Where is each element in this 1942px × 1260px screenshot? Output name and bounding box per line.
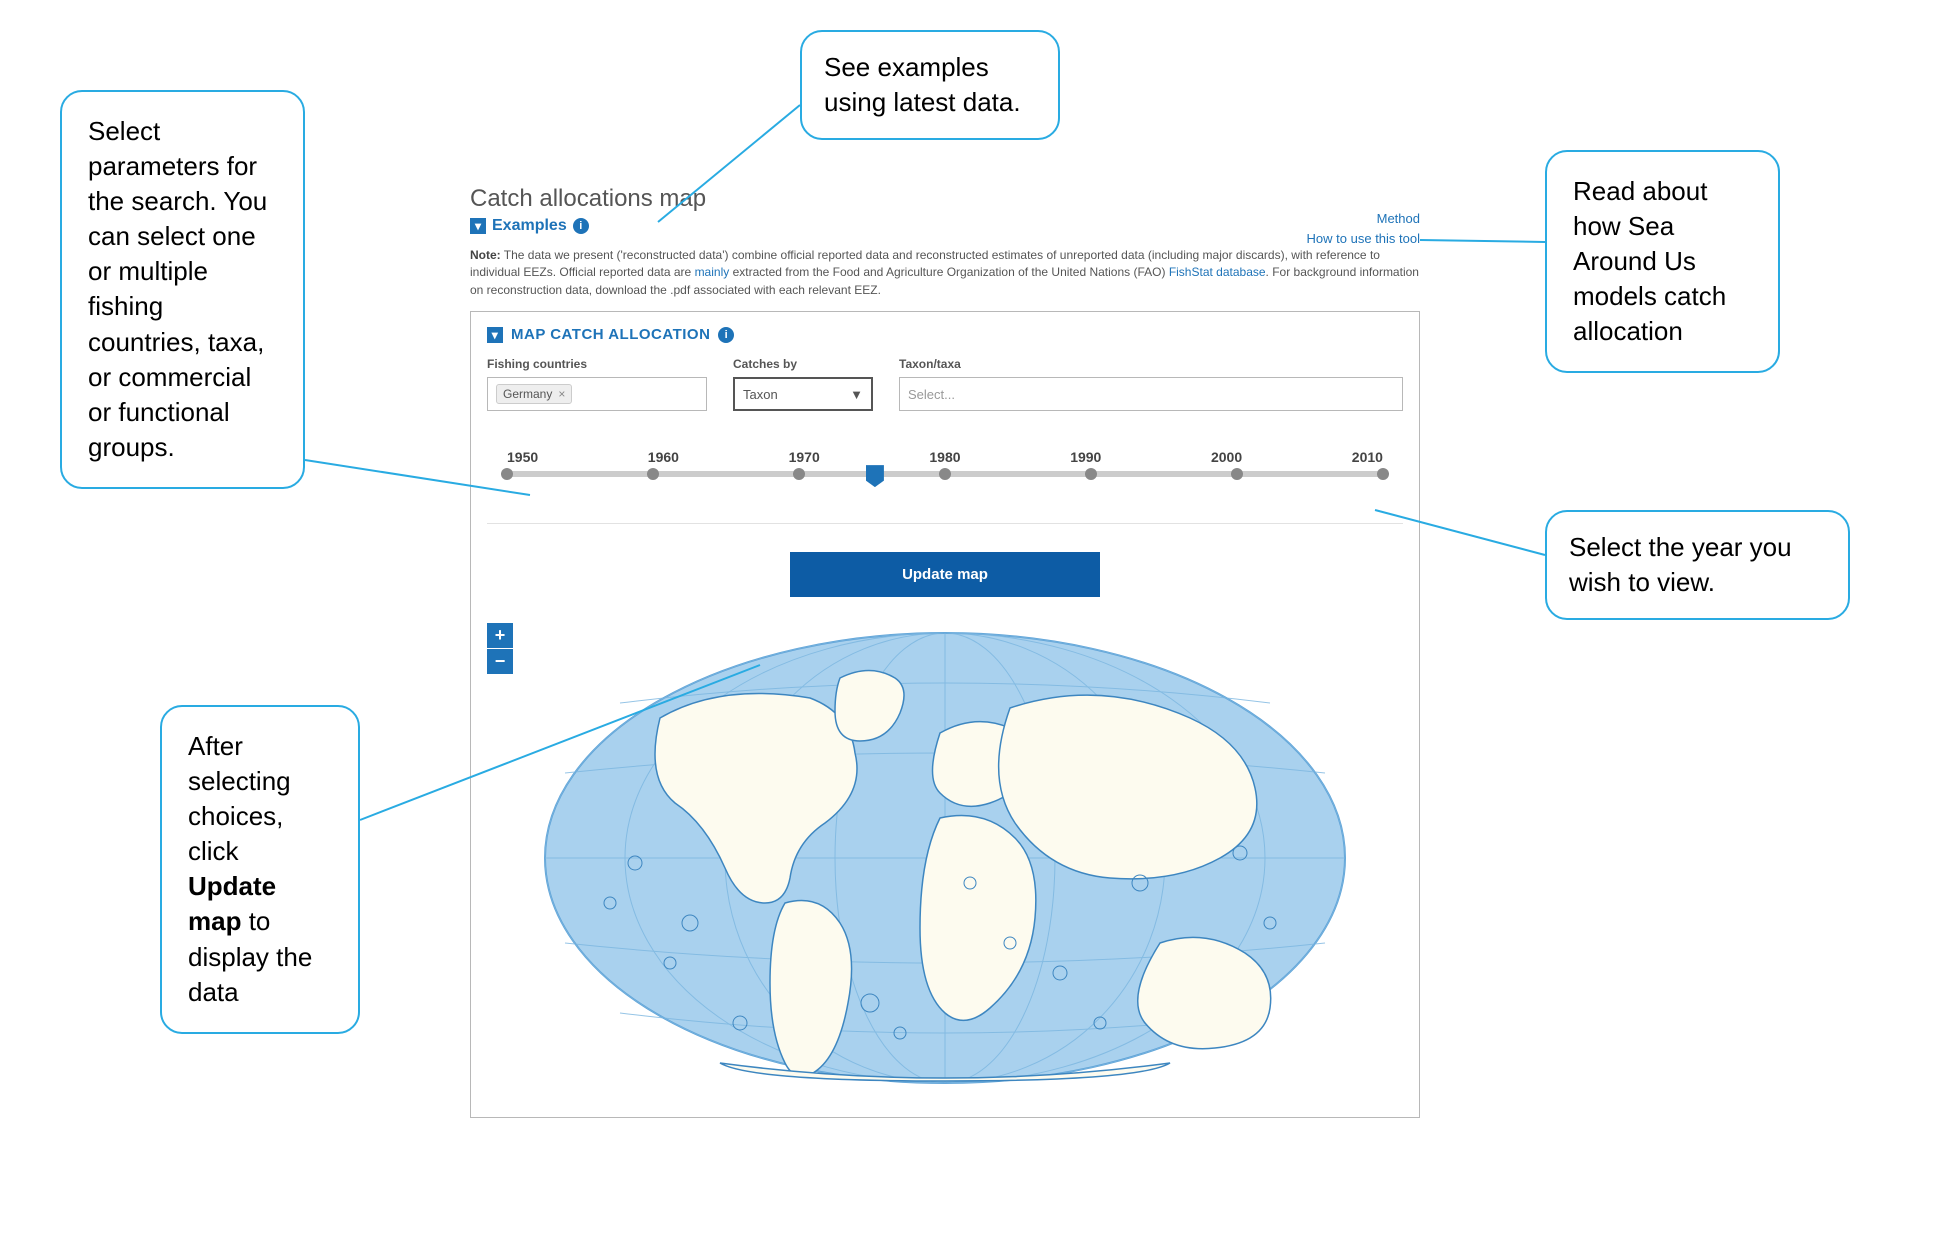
callout-read-about-method: Read about how Sea Around Us models catc… xyxy=(1545,150,1780,373)
fishstat-link[interactable]: FishStat database xyxy=(1169,265,1266,279)
slider-tick[interactable] xyxy=(501,468,513,480)
taxon-placeholder: Select... xyxy=(908,387,955,402)
field-label: Fishing countries xyxy=(487,357,707,371)
slider-tick[interactable] xyxy=(1085,468,1097,480)
close-icon[interactable]: × xyxy=(558,387,565,401)
app-panel: Catch allocations map ▾ Examples i Metho… xyxy=(470,185,1420,1118)
zoom-out-button[interactable]: − xyxy=(487,649,513,675)
callout-see-examples: See examples using latest data. xyxy=(800,30,1060,140)
examples-label: Examples xyxy=(492,217,567,235)
connector-line xyxy=(1420,240,1545,242)
year-label: 1980 xyxy=(929,449,960,465)
taxon-field: Taxon/taxa Select... xyxy=(899,357,1403,411)
card-header-label: MAP CATCH ALLOCATION xyxy=(511,326,710,343)
slider-track[interactable] xyxy=(507,471,1383,477)
callout-select-parameters: Select parameters for the search. You ca… xyxy=(60,90,305,489)
catches-by-select[interactable]: Taxon ▼ xyxy=(733,377,873,411)
map-area: + − xyxy=(487,623,1403,1093)
fishing-countries-input[interactable]: Germany × xyxy=(487,377,707,411)
right-links: Method How to use this tool xyxy=(1307,209,1420,248)
taxon-input[interactable]: Select... xyxy=(899,377,1403,411)
note-mainly-link[interactable]: mainly xyxy=(695,265,730,279)
callout-text: Select parameters for the search. You ca… xyxy=(88,116,267,462)
examples-toggle[interactable]: ▾ Examples i xyxy=(470,217,1420,235)
zoom-control: + − xyxy=(487,623,513,675)
slider-tick[interactable] xyxy=(1231,468,1243,480)
slider-tick[interactable] xyxy=(647,468,659,480)
slider-tick[interactable] xyxy=(939,468,951,480)
year-label: 1990 xyxy=(1070,449,1101,465)
country-tag[interactable]: Germany × xyxy=(496,384,572,404)
slider-tick[interactable] xyxy=(1377,468,1389,480)
field-label: Taxon/taxa xyxy=(899,357,1403,371)
callout-text: See examples using latest data. xyxy=(824,52,1021,117)
note-part2: extracted from the Food and Agriculture … xyxy=(729,265,1169,279)
year-label: 1970 xyxy=(789,449,820,465)
chevron-down-icon: ▾ xyxy=(470,218,486,234)
callout-text: Select the year you wish to view. xyxy=(1569,532,1792,597)
zoom-in-button[interactable]: + xyxy=(487,623,513,649)
slider-handle[interactable] xyxy=(866,465,884,487)
year-label: 2000 xyxy=(1211,449,1242,465)
info-icon[interactable]: i xyxy=(573,218,589,234)
callout-update-map: After selecting choices, click Update ma… xyxy=(160,705,360,1034)
fishing-countries-field: Fishing countries Germany × xyxy=(487,357,707,411)
divider xyxy=(487,523,1403,524)
note-text: Note: The data we present ('reconstructe… xyxy=(470,247,1420,299)
year-label: 1960 xyxy=(648,449,679,465)
update-map-button[interactable]: Update map xyxy=(790,552,1100,597)
year-label: 2010 xyxy=(1352,449,1383,465)
card-header-toggle[interactable]: ▾ MAP CATCH ALLOCATION i xyxy=(487,326,1403,343)
note-bold: Note: xyxy=(470,248,501,262)
slider-tick[interactable] xyxy=(793,468,805,480)
callout-select-year: Select the year you wish to view. xyxy=(1545,510,1850,620)
callout-text: Read about how Sea Around Us models catc… xyxy=(1573,176,1726,346)
method-link[interactable]: Method xyxy=(1307,209,1420,229)
howto-link[interactable]: How to use this tool xyxy=(1307,229,1420,249)
year-slider[interactable]: 1950 1960 1970 1980 1990 2000 2010 xyxy=(507,449,1383,477)
info-icon[interactable]: i xyxy=(718,327,734,343)
select-value: Taxon xyxy=(743,387,778,402)
field-label: Catches by xyxy=(733,357,873,371)
catches-by-field: Catches by Taxon ▼ xyxy=(733,357,873,411)
map-catch-allocation-card: ▾ MAP CATCH ALLOCATION i Fishing countri… xyxy=(470,311,1420,1118)
dropdown-arrow-icon: ▼ xyxy=(850,387,863,402)
year-label: 1950 xyxy=(507,449,538,465)
country-tag-label: Germany xyxy=(503,387,552,401)
chevron-down-icon: ▾ xyxy=(487,327,503,343)
page-title: Catch allocations map xyxy=(470,185,1420,213)
world-map[interactable] xyxy=(540,623,1350,1093)
